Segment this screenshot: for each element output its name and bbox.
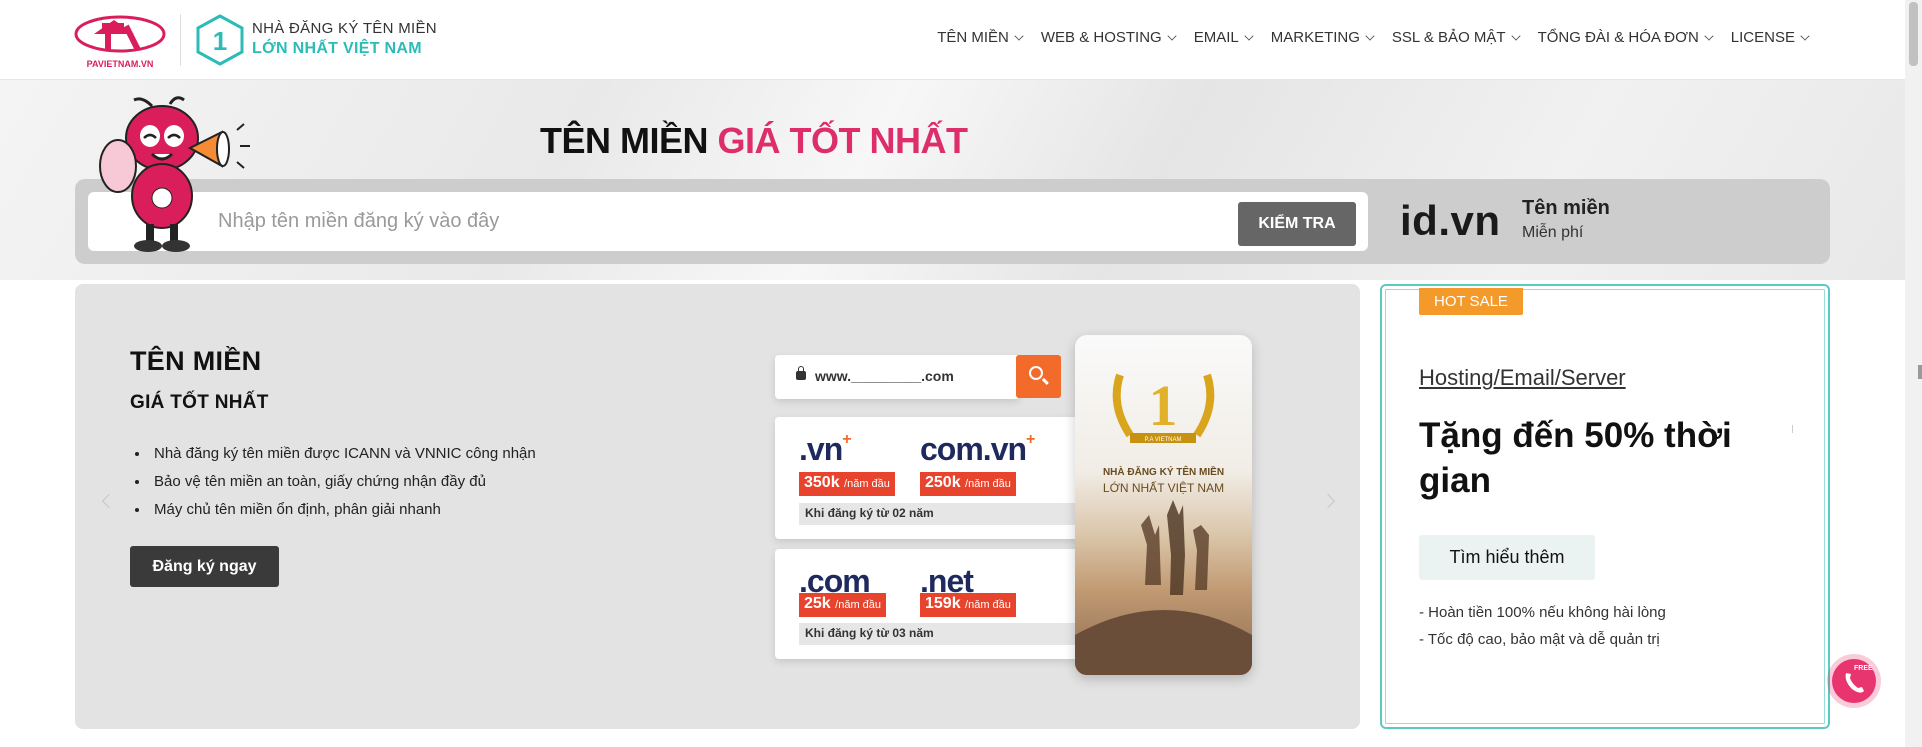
url-bar-text: www._________.com: [815, 368, 954, 384]
laurel-trophy-icon: 1 P.A VIETNAM: [1075, 373, 1252, 675]
price-com: 25k /năm đầu: [799, 593, 887, 617]
learn-more-button[interactable]: Tìm hiểu thêm: [1419, 535, 1595, 580]
nav-license[interactable]: LICENSE: [1731, 29, 1810, 46]
main-nav: TÊN MIỀN WEB & HOSTING EMAIL MARKETING S…: [919, 29, 1810, 46]
phone-call-free-icon[interactable]: FREE: [1832, 659, 1876, 703]
nav-web-hosting[interactable]: WEB & HOSTING: [1041, 29, 1177, 46]
price-card: .vn+ com.vn+ 350k /năm đầu 250k /năm đầu…: [775, 417, 1085, 539]
hot-sale-title: Tặng đến 50% thời gian: [1419, 416, 1732, 500]
bee-mascot-icon: [99, 96, 250, 252]
list-item: Bảo vệ tên miền an toàn, giấy chứng nhận…: [150, 473, 536, 490]
tagline-line1: NHÀ ĐĂNG KÝ TÊN MIỀN: [252, 20, 437, 37]
chevron-down-icon: [1800, 31, 1810, 41]
price-card: .com .net 25k /năm đầu 159k /năm đầu Khi…: [775, 549, 1085, 659]
domain-search-panel: KIỂM TRA id.vn Tên miền Miễn phí: [75, 179, 1830, 264]
svg-text:PAVIETNAM.VN: PAVIETNAM.VN: [87, 59, 154, 69]
chevron-down-icon: [1014, 31, 1024, 41]
price-vn: 350k /năm đầu: [799, 472, 895, 496]
domain-search-box: KIỂM TRA: [88, 192, 1368, 251]
promo-line2: Miễn phí: [1522, 224, 1584, 241]
domain-promo-slide: TÊN MIỀN GIÁ TỐT NHẤT Nhà đăng ký tên mi…: [75, 284, 1360, 729]
price-note: Khi đăng ký từ 03 năm: [799, 623, 1079, 645]
slide-heading: TÊN MIỀN: [130, 346, 262, 376]
chevron-down-icon: [1365, 31, 1375, 41]
tld-com-vn: com.vn+: [920, 431, 1035, 467]
lock-icon: [796, 366, 806, 380]
promo-domain[interactable]: id.vn: [1400, 197, 1501, 245]
promo-line1: Tên miền: [1522, 197, 1610, 219]
register-now-button[interactable]: Đăng ký ngay: [130, 546, 279, 587]
title-pink-part: GIÁ TỐT NHẤT: [717, 120, 968, 161]
url-bar-graphic: www._________.com: [775, 355, 1020, 399]
award-graphic: 1 P.A VIETNAM NHÀ ĐĂNG KÝ TÊN MIỀN LỚN N…: [1075, 335, 1252, 675]
chevron-down-icon: [1244, 31, 1254, 41]
price-com-vn: 250k /năm đầu: [920, 472, 1016, 496]
chevron-down-icon: [1511, 31, 1521, 41]
chevron-down-icon: [1167, 31, 1177, 41]
list-item: Máy chủ tên miền ổn định, phân giải nhan…: [150, 501, 536, 518]
title-black-part: TÊN MIỀN: [540, 120, 709, 161]
hot-sale-subtitle[interactable]: Hosting/Email/Server: [1419, 365, 1626, 391]
list-item: Nhà đăng ký tên miền được ICANN và VNNIC…: [150, 445, 536, 462]
nav-marketing[interactable]: MARKETING: [1271, 29, 1375, 46]
logo-divider: [180, 14, 181, 66]
price-note: Khi đăng ký từ 02 năm: [799, 503, 1079, 525]
promo-domain-text: Tên miền Miễn phí: [1522, 197, 1610, 242]
scrollbar-thumb[interactable]: [1909, 2, 1918, 66]
chevron-down-icon: [1704, 31, 1714, 41]
award-line1: NHÀ ĐĂNG KÝ TÊN MIỀN: [1102, 467, 1225, 478]
svg-text:1: 1: [213, 26, 227, 56]
slide-next-arrow-icon[interactable]: [1320, 493, 1336, 509]
pavietnam-logo[interactable]: PAVIETNAM.VN: [74, 12, 166, 70]
search-icon: [1016, 355, 1061, 398]
slide-subheading: GIÁ TỐT NHẤT: [130, 392, 269, 413]
nav-ssl-security[interactable]: SSL & BẢO MẬT: [1392, 29, 1521, 46]
award-line2: LỚN NHẤT VIỆT NAM: [1102, 481, 1225, 495]
free-label: FREE: [1854, 665, 1873, 672]
site-header: PAVIETNAM.VN 1 NHÀ ĐĂNG KÝ TÊN MIỀN LỚN …: [0, 0, 1905, 80]
list-item: - Hoàn tiền 100% nếu không hài lòng: [1419, 604, 1666, 621]
hot-sale-points: - Hoàn tiền 100% nếu không hài lòng - Tố…: [1419, 604, 1666, 658]
side-tab-handle[interactable]: [1918, 365, 1922, 379]
check-domain-button[interactable]: KIỂM TRA: [1238, 202, 1356, 246]
hot-sale-card: HOT SALE Hosting/Email/Server Tặng đến 5…: [1380, 284, 1830, 729]
nav-call-center-invoice[interactable]: TỔNG ĐÀI & HÓA ĐƠN: [1538, 29, 1714, 46]
header-tagline: NHÀ ĐĂNG KÝ TÊN MIỀN LỚN NHẤT VIỆT NAM: [252, 20, 437, 58]
svg-text:1: 1: [1149, 373, 1178, 438]
number-one-badge-icon: 1: [196, 14, 244, 66]
svg-text:P.A VIETNAM: P.A VIETNAM: [1145, 437, 1182, 443]
tld-vn: .vn+: [799, 431, 852, 467]
divider: [1792, 425, 1793, 433]
domain-banner-title: TÊN MIỀN GIÁ TỐT NHẤT: [540, 120, 968, 162]
hot-sale-badge: HOT SALE: [1419, 288, 1523, 315]
price-net: 159k /năm đầu: [920, 593, 1016, 617]
tagline-line2: LỚN NHẤT VIỆT NAM: [252, 40, 422, 57]
list-item: - Tốc độ cao, bảo mật và dễ quản trị: [1419, 631, 1660, 648]
slide-prev-arrow-icon[interactable]: [101, 493, 117, 509]
slide-feature-list: Nhà đăng ký tên miền được ICANN và VNNIC…: [150, 445, 536, 529]
nav-domain[interactable]: TÊN MIỀN: [937, 29, 1024, 46]
nav-email[interactable]: EMAIL: [1194, 29, 1254, 46]
domain-search-input[interactable]: [218, 192, 1218, 251]
